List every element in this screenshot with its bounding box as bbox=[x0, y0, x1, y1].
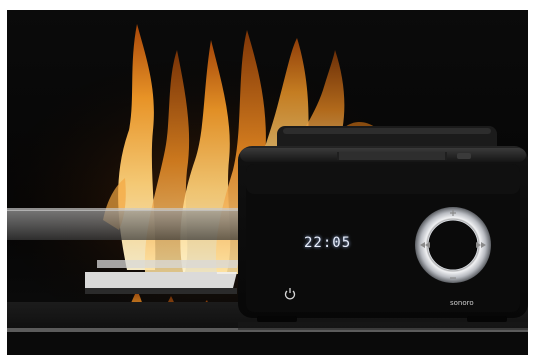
sonoro-radio bbox=[238, 146, 528, 322]
clock-display: 22:05 bbox=[304, 235, 352, 251]
top-control bbox=[457, 153, 471, 159]
control-dial bbox=[415, 207, 491, 283]
speaker-grille bbox=[337, 152, 447, 160]
fireplace-radio-photo: 22:05 sonoro bbox=[7, 10, 528, 355]
brand-logo: sonoro bbox=[450, 299, 474, 307]
